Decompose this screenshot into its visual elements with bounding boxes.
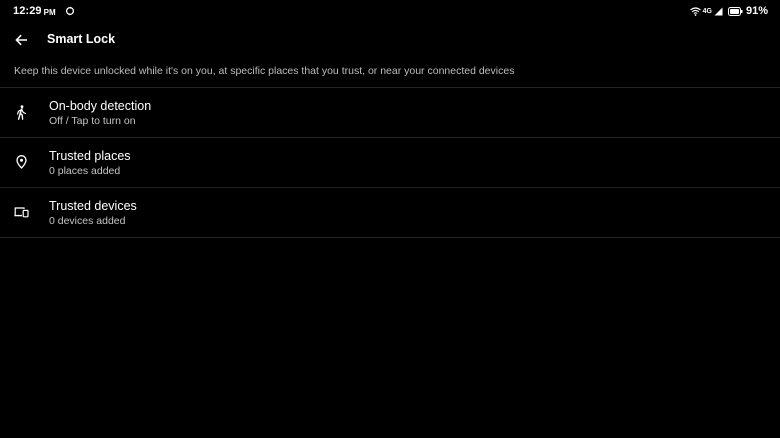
page-description: Keep this device unlocked while it's on … [14,65,515,77]
divider [0,237,780,238]
sync-icon [65,6,75,16]
item-subtitle: 0 places added [49,165,121,177]
devices-icon [13,204,29,220]
walking-person-icon [13,104,29,120]
item-title: Trusted places [49,149,131,163]
status-bar: 12:29 PM 4G 91% [0,0,780,22]
list-item-on-body-detection[interactable]: On-body detection Off / Tap to turn on [0,88,780,137]
item-title: Trusted devices [49,199,137,213]
status-left: 12:29 PM [13,4,75,18]
list-item-trusted-places[interactable]: Trusted places 0 places added [0,138,780,187]
back-button[interactable] [10,29,32,51]
clock-ampm: PM [43,7,56,17]
item-title: On-body detection [49,99,152,113]
settings-list: On-body detection Off / Tap to turn on T… [0,87,780,238]
list-item-trusted-devices[interactable]: Trusted devices 0 devices added [0,188,780,237]
status-right: 4G 91% [689,4,768,18]
arrow-left-icon [14,34,28,46]
location-pin-icon [13,154,29,170]
item-subtitle: Off / Tap to turn on [49,115,136,127]
app-bar: Smart Lock [0,22,780,58]
battery-icon [727,6,743,16]
network-label: 4G [702,7,712,15]
signal-icon [714,7,723,16]
page-title: Smart Lock [47,32,116,46]
battery-percent: 91% [745,5,768,17]
wifi-icon [689,6,701,16]
clock-time: 12:29 [13,5,42,17]
item-subtitle: 0 devices added [49,215,126,227]
